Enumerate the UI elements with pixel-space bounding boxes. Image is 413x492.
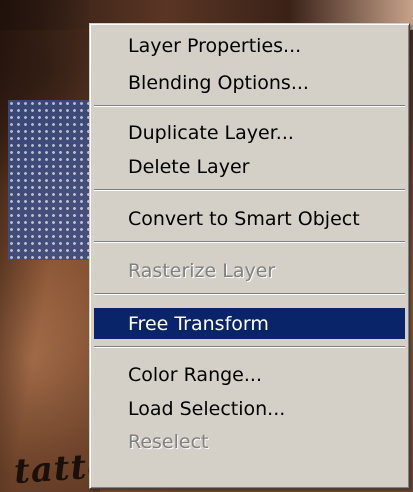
menu-item-free-transform[interactable]: Free Transform <box>94 308 405 339</box>
menu-item-layer-properties[interactable]: Layer Properties... <box>94 32 405 60</box>
menu-item-duplicate-layer[interactable]: Duplicate Layer... <box>94 119 405 147</box>
menu-item-delete-layer[interactable]: Delete Layer <box>94 153 405 181</box>
menu-separator <box>94 346 405 348</box>
menu-item-convert-to-smart-object[interactable]: Convert to Smart Object <box>94 205 405 233</box>
menu-item-blending-options[interactable]: Blending Options... <box>94 69 405 97</box>
menu-item-reselect: Reselect <box>128 431 209 453</box>
menu-item-load-selection[interactable]: Load Selection... <box>94 395 405 423</box>
menu-separator <box>94 241 405 243</box>
menu-separator <box>94 189 405 191</box>
menu-separator <box>94 105 405 107</box>
photo-canvas: tattoo Layer Properties... Blending Opti… <box>0 0 413 492</box>
menu-item-color-range[interactable]: Color Range... <box>94 361 405 389</box>
photo-fabric-pattern <box>8 100 90 260</box>
menu-item-rasterize-layer: Rasterize Layer <box>128 260 276 282</box>
layer-context-menu: Layer Properties... Blending Options... … <box>89 23 410 489</box>
menu-separator <box>94 293 405 295</box>
